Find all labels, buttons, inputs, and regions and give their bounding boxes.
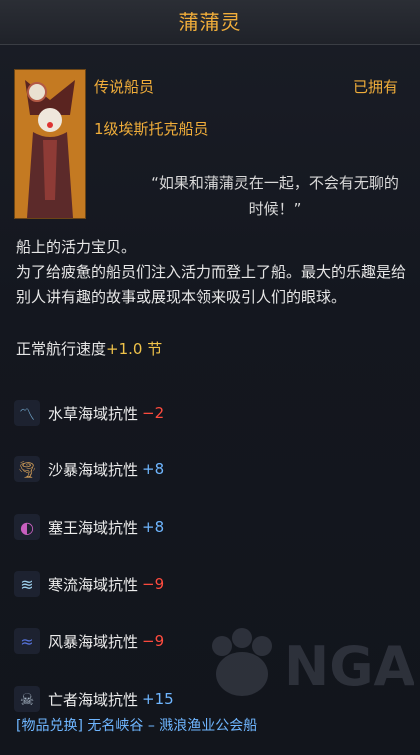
crew-description: 船上的活力宝贝。 为了给疲惫的船员们注入活力而登上了船。最大的乐趣是给别人讲有趣… <box>16 235 411 310</box>
coldcurrent-icon: ≋ <box>14 571 40 597</box>
resistance-label: 沙暴海域抗性 <box>48 460 139 479</box>
resistance-label: 寒流海域抗性 <box>48 575 139 594</box>
siren-icon: ◐ <box>14 514 40 540</box>
resistance-value: +8 <box>142 460 165 478</box>
watermark-text: NGA <box>284 635 414 698</box>
resistance-label: 亡者海域抗性 <box>48 690 139 709</box>
resistance-row: ≋ 寒流海域抗性 −9 <box>14 569 164 599</box>
resistance-label: 塞王海域抗性 <box>48 518 139 537</box>
nga-watermark: NGA <box>212 628 414 698</box>
sandstorm-icon: 🌪 <box>14 456 40 482</box>
crew-name-title: 蒲蒲灵 <box>178 10 242 34</box>
crew-tooltip-panel: 蒲蒲灵 传说船员 已拥有 1级埃斯托克船员 “如果和蒲蒲灵在一起，不会有无聊的时… <box>0 0 420 755</box>
resistance-value: +8 <box>142 518 165 536</box>
tooltip-header: 蒲蒲灵 <box>0 0 420 45</box>
resistance-row: ☠ 亡者海域抗性 +15 <box>14 684 174 714</box>
dead-sea-icon: ☠ <box>14 686 40 712</box>
resistance-value: −9 <box>142 575 165 593</box>
resistance-value: −2 <box>142 404 165 422</box>
crew-quote: “如果和蒲蒲灵在一起，不会有无聊的时候！” <box>151 174 399 218</box>
resistance-value: −9 <box>142 632 165 650</box>
resistance-row: 〽水草海域抗性 −2 <box>14 398 164 428</box>
resistance-value: +15 <box>142 690 174 708</box>
speed-label: 正常航行速度 <box>16 340 107 358</box>
owned-status: 已拥有 <box>352 78 398 96</box>
storm-icon: ≈ <box>14 628 40 654</box>
resistance-row: ≈ 风暴海域抗性 −9 <box>14 626 164 656</box>
crew-portrait <box>14 69 86 219</box>
description-line: 船上的活力宝贝。 <box>16 238 137 256</box>
crew-rank: 1级埃斯托克船员 <box>94 120 209 138</box>
resistance-row: ◐ 塞王海域抗性 +8 <box>14 512 164 542</box>
jester-portrait-icon <box>15 70 85 218</box>
resistance-label: 风暴海域抗性 <box>48 632 139 651</box>
seaweed-icon: 〽 <box>14 400 40 426</box>
sail-speed: 正常航行速度+1.0 节 <box>16 338 162 359</box>
resistance-row: 🌪 沙暴海域抗性 +8 <box>14 454 164 484</box>
crew-grade: 传说船员 <box>94 78 155 96</box>
resistance-label: 水草海域抗性 <box>48 404 139 423</box>
speed-value: +1.0 节 <box>106 340 163 358</box>
description-line: 为了给疲惫的船员们注入活力而登上了船。最大的乐趣是给别人讲有趣的故事或展现本领来… <box>16 263 407 306</box>
